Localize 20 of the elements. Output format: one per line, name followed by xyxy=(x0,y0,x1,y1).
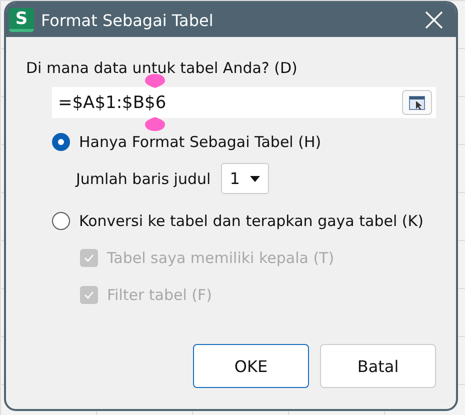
checkmark-icon xyxy=(84,291,94,299)
selection-handle-icon[interactable] xyxy=(145,117,165,131)
checkmark-icon xyxy=(84,254,94,262)
range-picker-button[interactable] xyxy=(402,90,432,115)
dropdown-caret-icon xyxy=(250,176,260,182)
header-rows-dropdown[interactable]: 1 xyxy=(220,163,269,194)
app-icon: S xyxy=(9,8,34,32)
header-rows-label: Jumlah baris judul xyxy=(76,170,211,188)
cancel-button[interactable]: Batal xyxy=(320,344,436,388)
range-select-icon xyxy=(409,96,425,110)
radio-button[interactable] xyxy=(52,133,70,151)
range-prompt: Di mana data untuk tabel Anda? (D) xyxy=(26,59,298,77)
radio-button[interactable] xyxy=(52,212,70,230)
window-title: Format Sebagai Tabel xyxy=(41,10,214,30)
close-icon xyxy=(425,11,443,29)
ok-button[interactable]: OKE xyxy=(193,344,309,388)
radio-option[interactable]: Hanya Format Sebagai Tabel (H) xyxy=(52,133,436,151)
range-field[interactable]: =$A$1:$B$6 xyxy=(52,87,436,118)
selection-handle-icon[interactable] xyxy=(145,74,165,88)
radio-option[interactable]: Konversi ke tabel dan terapkan gaya tabel (K) xyxy=(52,212,436,230)
